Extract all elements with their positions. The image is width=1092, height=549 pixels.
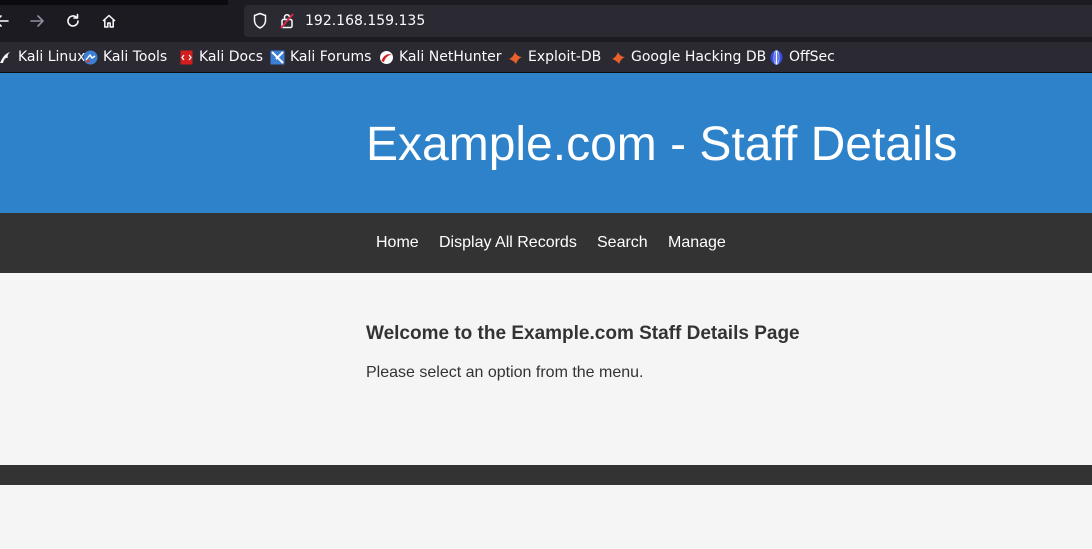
home-icon [102,14,116,28]
insecure-lock-icon[interactable] [279,12,295,35]
kali-tools-icon [83,50,98,65]
bookmark-label: Kali NetHunter [399,49,502,65]
ghdb-icon [611,50,626,65]
bookmark-label: Kali Tools [103,49,168,65]
site-footer [0,465,1092,485]
browser-toolbar: 192.168.159.135 [0,0,1092,42]
nav-home-link[interactable]: Home [376,233,419,253]
page-title: Example.com - Staff Details [366,118,958,171]
bookmark-label: Kali Docs [199,49,264,65]
reload-icon [67,13,79,27]
kali-forums-icon [270,50,285,65]
bookmark-offsec[interactable]: OffSec [769,47,835,67]
bookmark-kali-docs[interactable]: Kali Docs [179,47,263,67]
forward-arrow-icon [30,15,44,27]
tracking-protection-shield-icon[interactable] [252,12,268,35]
bookmark-label: Kali Forums [290,49,372,65]
bookmark-label: OffSec [789,49,835,65]
reload-button[interactable] [61,9,85,33]
main-nav: Home Display All Records Search Manage [0,213,1092,273]
bookmark-label: Google Hacking DB [631,49,767,65]
bookmark-label: Exploit-DB [528,49,602,65]
exploit-db-icon [508,50,523,65]
nav-search-link[interactable]: Search [597,233,648,253]
nav-display-all-records-link[interactable]: Display All Records [439,233,577,253]
nav-manage-link[interactable]: Manage [668,233,726,253]
kali-dragon-icon [0,50,13,65]
bookmark-exploit-db[interactable]: Exploit-DB [508,47,601,67]
bookmark-label: Kali Linux [18,49,86,65]
bookmark-kali-nethunter[interactable]: Kali NetHunter [379,47,501,67]
address-bar[interactable]: 192.168.159.135 [244,5,1092,37]
bookmark-kali-forums[interactable]: Kali Forums [270,47,371,67]
bookmarks-toolbar: Kali Linux Kali Tools Kali Docs Kali For… [0,42,1092,73]
forward-button[interactable] [25,9,49,33]
bookmark-kali-tools[interactable]: Kali Tools [83,47,167,67]
back-arrow-icon [0,15,9,27]
bookmark-kali-linux[interactable]: Kali Linux [0,47,85,67]
home-button[interactable] [97,9,121,33]
welcome-message: Please select an option from the menu. [366,364,644,381]
back-button[interactable] [0,9,14,33]
active-tab-edge[interactable] [0,0,228,5]
welcome-heading: Welcome to the Example.com Staff Details… [366,323,800,344]
offsec-icon [769,49,784,65]
site-header: Example.com - Staff Details [0,73,1092,213]
bookmark-google-hacking-db[interactable]: Google Hacking DB [611,47,766,67]
url-text[interactable]: 192.168.159.135 [305,12,425,30]
kali-nethunter-icon [379,50,394,65]
kali-docs-icon [179,50,194,65]
